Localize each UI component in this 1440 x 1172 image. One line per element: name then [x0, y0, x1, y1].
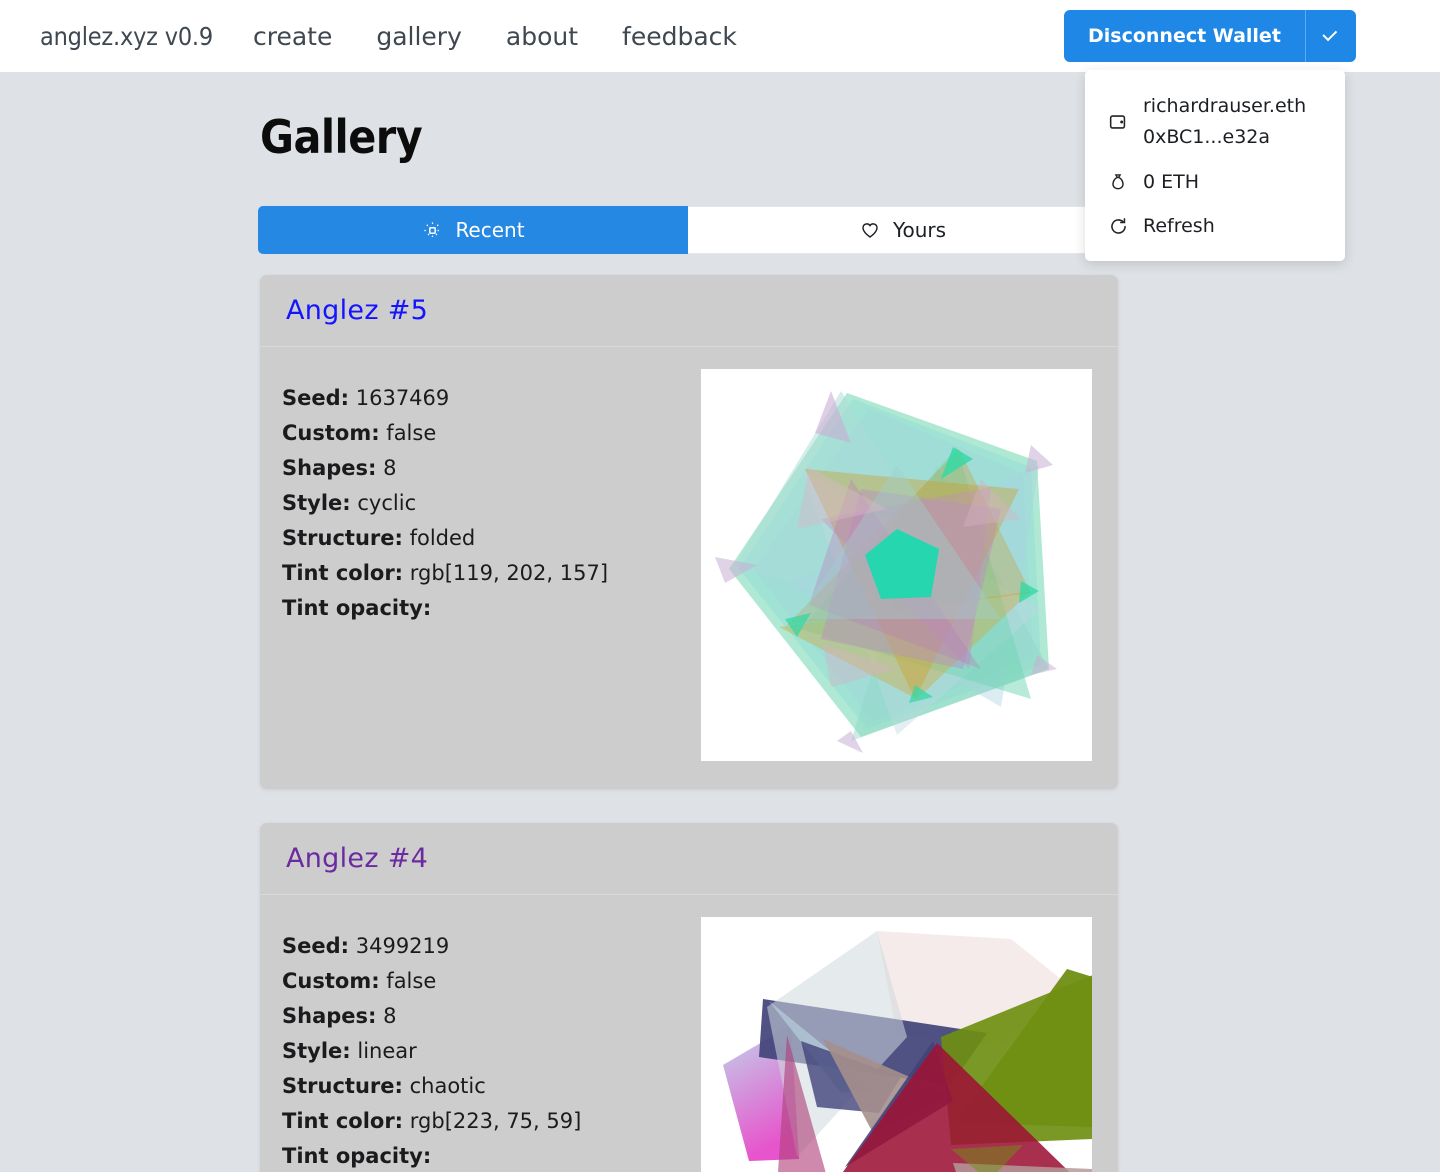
- meta-shapes: Shapes: 8: [282, 999, 701, 1034]
- meta-label: Style:: [282, 1039, 351, 1064]
- meta-label: Tint color:: [282, 1109, 404, 1134]
- meta-structure: Structure: folded: [282, 521, 701, 556]
- card-title-link[interactable]: Anglez #5: [286, 295, 428, 326]
- meta-tint-opacity: Tint opacity:: [282, 591, 701, 626]
- card-title-link[interactable]: Anglez #4: [286, 843, 428, 874]
- chevron-down-icon: [1322, 26, 1338, 42]
- artwork-preview[interactable]: [700, 917, 1092, 1172]
- meta-value: linear: [357, 1039, 417, 1064]
- meta-shapes: Shapes: 8: [282, 451, 701, 486]
- nav-links: create gallery about feedback: [253, 22, 737, 51]
- meta-value: 1637469: [355, 386, 450, 410]
- wallet-address: 0xBC1...e32a: [1143, 125, 1271, 148]
- tab-yours[interactable]: Yours: [688, 206, 1118, 254]
- nav-link-create[interactable]: create: [253, 22, 332, 51]
- meta-value: 3499219: [355, 934, 450, 958]
- card-body: Seed: 1637469 Custom: false Shapes: 8 St…: [260, 347, 1118, 789]
- meta-custom: Custom: false: [282, 964, 701, 999]
- card-header: Anglez #5: [260, 275, 1118, 347]
- money-bag-icon: [1105, 169, 1131, 195]
- gallery-card-list: Anglez #5 Seed: 1637469 Custom: false Sh…: [260, 275, 1120, 1172]
- meta-label: Tint opacity:: [282, 1144, 432, 1169]
- meta-label: Tint color:: [282, 561, 404, 586]
- refresh-icon: [1105, 214, 1131, 240]
- wallet-icon: [1105, 109, 1131, 135]
- meta-label: Shapes:: [282, 1004, 377, 1029]
- card-header: Anglez #4: [260, 823, 1118, 895]
- meta-custom: Custom: false: [282, 416, 701, 451]
- meta-value: folded: [409, 526, 476, 551]
- gallery-card: Anglez #4 Seed: 3499219 Custom: false Sh…: [260, 823, 1118, 1172]
- meta-tint-color: Tint color: rgb[119, 202, 157]: [282, 556, 701, 591]
- nav-link-about[interactable]: about: [506, 22, 578, 51]
- wallet-dropdown-toggle[interactable]: [1305, 10, 1356, 62]
- meta-value: false: [386, 969, 437, 994]
- wallet-button-group: Disconnect Wallet: [1064, 10, 1356, 62]
- meta-value: rgb[223, 75, 59]: [409, 1109, 582, 1134]
- meta-structure: Structure: chaotic: [282, 1069, 701, 1104]
- meta-label: Seed:: [282, 934, 350, 958]
- meta-style: Style: linear: [282, 1034, 701, 1069]
- wallet-refresh-label: Refresh: [1143, 215, 1215, 238]
- meta-tint-color: Tint color: rgb[223, 75, 59]: [282, 1104, 701, 1139]
- wallet-ens-name: richardrauser.eth: [1143, 95, 1307, 117]
- sun-dots-icon: [421, 219, 443, 241]
- wallet-balance-item[interactable]: 0 ETH: [1085, 160, 1345, 205]
- meta-tint-opacity: Tint opacity:: [282, 1139, 701, 1172]
- card-metadata: Seed: 3499219 Custom: false Shapes: 8 St…: [282, 917, 701, 1172]
- meta-label: Style:: [282, 491, 351, 516]
- meta-seed: Seed: 1637469: [282, 381, 701, 416]
- meta-label: Tint opacity:: [282, 596, 432, 621]
- heart-icon: [859, 219, 881, 241]
- meta-style: Style: cyclic: [282, 486, 701, 521]
- meta-value: false: [386, 421, 437, 446]
- brand-logo[interactable]: anglez.xyz v0.9: [40, 22, 213, 51]
- meta-value: rgb[119, 202, 157]: [409, 561, 609, 586]
- meta-label: Structure:: [282, 526, 403, 551]
- meta-label: Custom:: [282, 969, 380, 994]
- meta-label: Custom:: [282, 421, 380, 446]
- meta-label: Shapes:: [282, 456, 377, 481]
- wallet-dropdown-menu: richardrauser.eth 0xBC1...e32a 0 ETH Ref…: [1085, 70, 1345, 262]
- meta-label: Seed:: [282, 386, 350, 410]
- wallet-refresh-item[interactable]: Refresh: [1085, 204, 1345, 249]
- tab-recent[interactable]: Recent: [258, 206, 688, 254]
- card-metadata: Seed: 1637469 Custom: false Shapes: 8 St…: [282, 369, 701, 761]
- gallery-tabs: Recent Yours: [258, 206, 1118, 254]
- gallery-card: Anglez #5 Seed: 1637469 Custom: false Sh…: [260, 275, 1118, 789]
- meta-value: chaotic: [409, 1074, 486, 1099]
- wallet-balance-label: 0 ETH: [1143, 170, 1200, 193]
- disconnect-wallet-button[interactable]: Disconnect Wallet: [1064, 10, 1305, 62]
- wallet-account-item[interactable]: richardrauser.eth 0xBC1...e32a: [1085, 84, 1345, 160]
- nav-link-gallery[interactable]: gallery: [376, 22, 462, 51]
- meta-value: 8: [383, 1004, 397, 1029]
- tab-recent-label: Recent: [455, 218, 525, 242]
- meta-label: Structure:: [282, 1074, 403, 1099]
- wallet-account-text: richardrauser.eth 0xBC1...e32a: [1143, 91, 1306, 153]
- meta-value: cyclic: [357, 491, 417, 516]
- tab-yours-label: Yours: [892, 218, 947, 242]
- meta-value: 8: [383, 456, 397, 481]
- card-body: Seed: 3499219 Custom: false Shapes: 8 St…: [260, 895, 1118, 1172]
- meta-seed: Seed: 3499219: [282, 929, 701, 964]
- artwork-preview[interactable]: [700, 369, 1092, 761]
- nav-link-feedback[interactable]: feedback: [622, 22, 737, 51]
